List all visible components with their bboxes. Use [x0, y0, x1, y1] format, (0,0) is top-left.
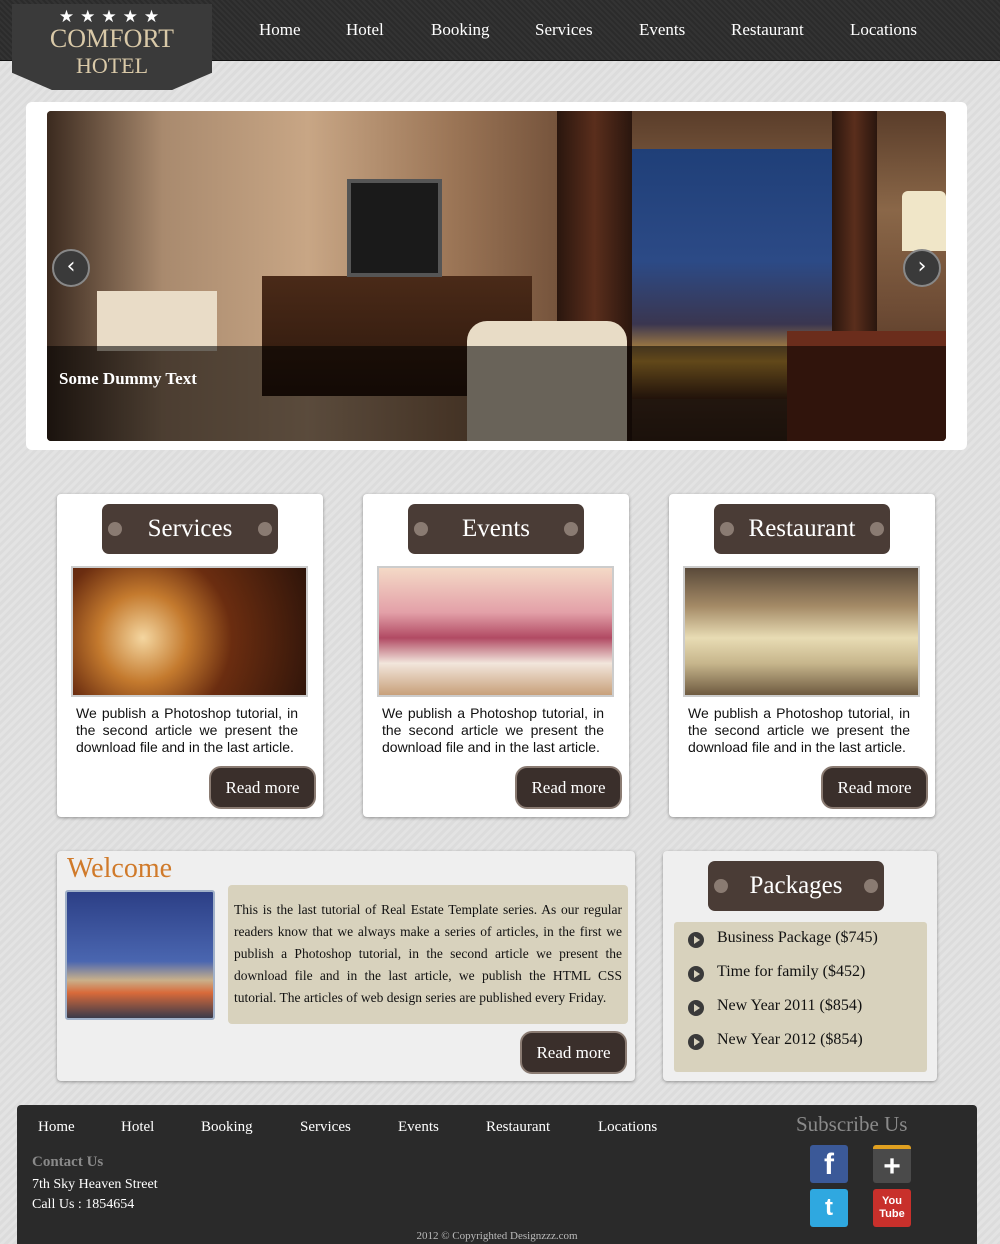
google-plus-icon[interactable]: + — [873, 1145, 911, 1183]
contact-address: 7th Sky Heaven Street — [32, 1177, 158, 1192]
packages-title: Packages — [708, 861, 884, 911]
nav-events[interactable]: Events — [639, 20, 685, 40]
package-item[interactable]: Time for family ($452) — [674, 963, 927, 987]
package-item[interactable]: New Year 2012 ($854) — [674, 1031, 927, 1055]
facebook-icon[interactable]: f — [810, 1145, 848, 1183]
twitter-icon[interactable]: t — [810, 1189, 848, 1227]
package-item[interactable]: Business Package ($745) — [674, 929, 927, 953]
welcome-title: Welcome — [67, 853, 173, 884]
pill-dot — [414, 522, 428, 536]
restaurant-read-more-button[interactable]: Read more — [821, 766, 928, 809]
lamp — [902, 191, 946, 251]
restaurant-card: Restaurant We publish a Photoshop tutori… — [669, 494, 935, 817]
package-label: Time for family ($452) — [717, 963, 866, 980]
card-title-events: Events — [408, 504, 584, 554]
footer-nav-home[interactable]: Home — [38, 1119, 75, 1136]
packages-title-text: Packages — [749, 872, 843, 899]
footer-nav-restaurant[interactable]: Restaurant — [486, 1119, 550, 1136]
footer-nav-hotel[interactable]: Hotel — [121, 1119, 154, 1136]
services-read-more-button[interactable]: Read more — [209, 766, 316, 809]
contact-phone: Call Us : 1854654 — [32, 1197, 135, 1212]
footer: Home Hotel Booking Services Events Resta… — [17, 1105, 977, 1244]
welcome-text: This is the last tutorial of Real Estate… — [228, 885, 628, 1024]
packages-list: Business Package ($745) Time for family … — [674, 922, 927, 1072]
nav-services[interactable]: Services — [535, 20, 593, 40]
image-slider: Some Dummy Text ‹ › — [26, 102, 967, 450]
contact-title: Contact Us — [32, 1154, 104, 1170]
play-bullet-icon — [688, 1000, 704, 1016]
nav-hotel[interactable]: Hotel — [346, 20, 384, 40]
caption-overlay — [47, 346, 946, 441]
pill-dot — [720, 522, 734, 536]
footer-nav-events[interactable]: Events — [398, 1119, 439, 1136]
events-card: Events We publish a Photoshop tutorial, … — [363, 494, 629, 817]
logo-text-comfort: COMFORT — [49, 24, 175, 53]
hotel-logo[interactable]: ★★★★★ COMFORT HOTEL — [12, 4, 212, 90]
slider-next-arrow-icon[interactable]: › — [903, 249, 941, 287]
footer-nav-locations[interactable]: Locations — [598, 1119, 657, 1136]
slide-hotel-room-image: Some Dummy Text — [47, 111, 946, 441]
pill-dot — [864, 879, 878, 893]
pill-dot — [108, 522, 122, 536]
packages-section: Packages Business Package ($745) Time fo… — [663, 851, 937, 1081]
events-read-more-button[interactable]: Read more — [515, 766, 622, 809]
play-bullet-icon — [688, 932, 704, 948]
card-description: We publish a Photoshop tutorial, in the … — [76, 705, 298, 755]
nav-booking[interactable]: Booking — [431, 20, 490, 40]
footer-nav-services[interactable]: Services — [300, 1119, 351, 1136]
slide-caption: Some Dummy Text — [59, 369, 197, 388]
welcome-section: Welcome This is the last tutorial of Rea… — [57, 851, 635, 1081]
card-title-restaurant: Restaurant — [714, 504, 890, 554]
nav-restaurant[interactable]: Restaurant — [731, 20, 804, 40]
nav-home[interactable]: Home — [259, 20, 301, 40]
package-label: Business Package ($745) — [717, 929, 878, 946]
pill-dot — [870, 522, 884, 536]
hotel-building-image — [65, 890, 215, 1020]
welcome-read-more-button[interactable]: Read more — [520, 1031, 627, 1074]
slider-prev-arrow-icon[interactable]: ‹ — [52, 249, 90, 287]
card-title-text: Restaurant — [748, 515, 856, 542]
television — [347, 179, 442, 277]
card-title-services: Services — [102, 504, 278, 554]
youtube-icon[interactable]: You Tube — [873, 1189, 911, 1227]
play-bullet-icon — [688, 966, 704, 982]
copyright: 2012 © Copyrighted Designzzz.com — [416, 1230, 578, 1242]
logo-text-hotel: HOTEL — [75, 53, 149, 78]
package-label: New Year 2012 ($854) — [717, 1031, 863, 1048]
pill-dot — [258, 522, 272, 536]
card-title-text: Services — [147, 515, 233, 542]
package-label: New Year 2011 ($854) — [717, 997, 863, 1014]
services-card: Services We publish a Photoshop tutorial… — [57, 494, 323, 817]
package-item[interactable]: New Year 2011 ($854) — [674, 997, 927, 1021]
pill-dot — [714, 879, 728, 893]
play-bullet-icon — [688, 1034, 704, 1050]
events-banquet-image — [377, 566, 614, 697]
bed — [97, 291, 217, 351]
footer-nav-booking[interactable]: Booking — [201, 1119, 253, 1136]
restaurant-dining-image — [683, 566, 920, 697]
subscribe-title: Subscribe Us — [796, 1112, 908, 1136]
card-description: We publish a Photoshop tutorial, in the … — [382, 705, 604, 755]
pill-dot — [564, 522, 578, 536]
nav-locations[interactable]: Locations — [850, 20, 917, 40]
services-bell-image — [71, 566, 308, 697]
card-description: We publish a Photoshop tutorial, in the … — [688, 705, 910, 755]
card-title-text: Events — [461, 515, 531, 542]
rating-stars: ★★★★★ — [58, 7, 166, 26]
